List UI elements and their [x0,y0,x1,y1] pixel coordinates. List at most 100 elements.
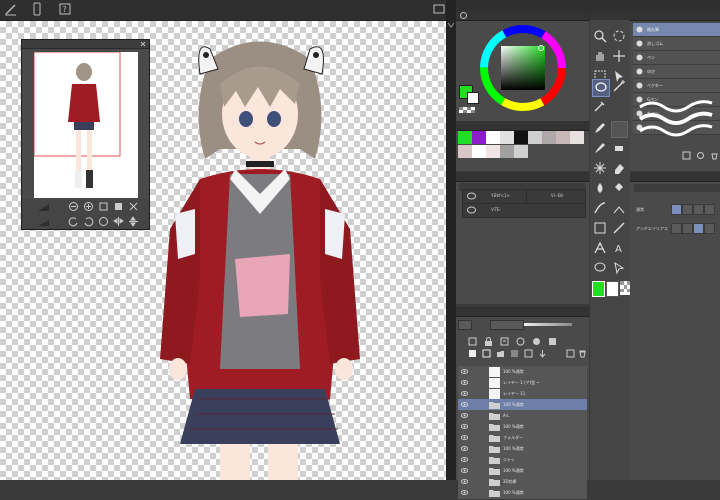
visibility-eye-icon[interactable] [461,490,468,495]
color-wheel-tab-icon[interactable] [460,12,467,19]
settings-icon[interactable] [696,151,705,160]
reset-rotation-icon[interactable] [98,216,109,227]
pencil-tool-slot[interactable] [611,121,628,138]
visibility-eye-icon[interactable] [461,402,468,407]
palette-swatch[interactable] [570,131,584,144]
close-icon[interactable] [140,41,146,47]
sub-tool-tabs[interactable] [456,172,589,182]
property-panel-tabs[interactable] [630,172,720,182]
decoration-tool-icon[interactable] [593,161,607,175]
visibility-eye-icon[interactable] [461,435,468,440]
rotate-left-icon[interactable] [68,216,79,227]
ruler-tool-icon[interactable] [612,221,626,235]
hand-tool-icon[interactable] [593,49,607,63]
fill-tool-icon[interactable] [612,181,626,195]
add-brush-icon[interactable] [682,151,691,160]
fit-window-icon[interactable] [128,201,139,212]
blend-mode-select[interactable] [458,320,472,330]
visibility-eye-icon[interactable] [461,369,468,374]
opacity-slider[interactable] [524,323,572,326]
tool-main-color[interactable] [592,281,605,297]
mask-icon[interactable] [548,337,557,346]
palette-swatch[interactable] [500,131,514,144]
palette-swatch[interactable] [556,131,570,144]
antialias-strong-button[interactable] [704,223,715,234]
visibility-eye-icon[interactable] [461,457,468,462]
merge-down-icon[interactable] [538,349,547,358]
rotate-slider[interactable] [38,216,49,227]
zoom-in-icon[interactable] [83,201,94,212]
text-tool-icon[interactable] [593,241,607,255]
dock-divider[interactable] [446,0,456,480]
speech-tool-icon[interactable] [593,261,607,275]
move-tool-icon[interactable] [612,49,626,63]
device-icon[interactable] [30,2,44,16]
new-layer-icon[interactable] [468,337,477,346]
antialias-none-button[interactable] [671,223,682,234]
palette-swatch[interactable] [514,131,528,144]
brush-item[interactable]: 消しゴム [633,37,720,51]
window-icon[interactable] [432,2,446,16]
color-set-tabs[interactable] [456,121,589,131]
lock-alpha-icon[interactable] [524,349,533,358]
visibility-eye-icon[interactable] [461,391,468,396]
palette-swatch[interactable] [528,131,542,144]
collapse-icon[interactable] [447,22,455,28]
transparent-color-icon[interactable] [459,107,475,113]
zoom-slider[interactable] [38,201,49,212]
palette-swatch[interactable] [472,145,486,158]
visibility-eye-icon[interactable] [461,424,468,429]
color-panel-tabs[interactable] [456,11,589,21]
delete-layer-icon[interactable] [578,349,587,358]
new-raster-layer-icon[interactable] [468,349,477,358]
eraser-tool-icon[interactable] [612,161,626,175]
pen-icon[interactable] [4,2,18,16]
visibility-eye-icon[interactable] [461,380,468,385]
navigator-preview[interactable] [33,51,138,198]
pen-tool-icon[interactable] [593,121,607,135]
antialias-weak-button[interactable] [682,223,693,234]
new-folder-icon[interactable] [496,349,505,358]
mode-add-button[interactable] [682,204,693,215]
actual-size-icon[interactable] [113,201,124,212]
mode-new-button[interactable] [671,204,682,215]
flip-vertical-icon[interactable] [128,216,139,227]
palette-swatch[interactable] [458,131,472,144]
new-vector-layer-icon[interactable] [482,349,491,358]
brush-tool-icon[interactable] [593,141,607,155]
clear-layer-icon[interactable] [566,349,575,358]
palette-swatch[interactable] [486,131,500,144]
brush-item[interactable]: ゆび [633,65,720,79]
airbrush-tool-icon[interactable] [612,141,626,155]
sub-tool-item[interactable]: Vi--E8- [526,189,586,204]
color-wheel[interactable] [478,23,568,113]
figure-tool-icon[interactable] [612,201,626,215]
palette-swatch[interactable] [472,131,486,144]
palette-swatch[interactable] [486,145,500,158]
layer-panel-tabs[interactable] [456,307,589,317]
palette-swatch[interactable] [458,145,472,158]
flip-horizontal-icon[interactable] [113,216,124,227]
lasso-tool-active[interactable] [592,79,610,97]
clip-icon[interactable] [500,337,509,346]
mode-subtract-button[interactable] [693,204,704,215]
palette-swatch[interactable] [500,145,514,158]
help-icon[interactable]: ? [58,2,72,16]
brush-panel-tabs[interactable] [630,11,720,21]
eyedropper-tool-icon[interactable] [593,99,607,113]
sub-color-swatch[interactable] [467,92,479,104]
brush-item[interactable]: 細丸筆 [633,23,720,37]
visibility-eye-icon[interactable] [461,446,468,451]
layer-row[interactable]: 100 %通常 [458,487,587,500]
zoom-out-icon[interactable] [68,201,79,212]
visibility-eye-icon[interactable] [461,468,468,473]
palette-swatch[interactable] [514,145,528,158]
rotate-tool-icon[interactable] [612,29,626,43]
brush-item[interactable]: ペン [633,51,720,65]
gradient-tool-icon[interactable] [593,201,607,215]
layer-mask-icon[interactable] [510,349,519,358]
blend-tool-icon[interactable] [593,181,607,195]
brush-item[interactable]: ベクター [633,79,720,93]
palette-icon[interactable] [532,337,541,346]
lock-icon[interactable] [484,337,493,346]
